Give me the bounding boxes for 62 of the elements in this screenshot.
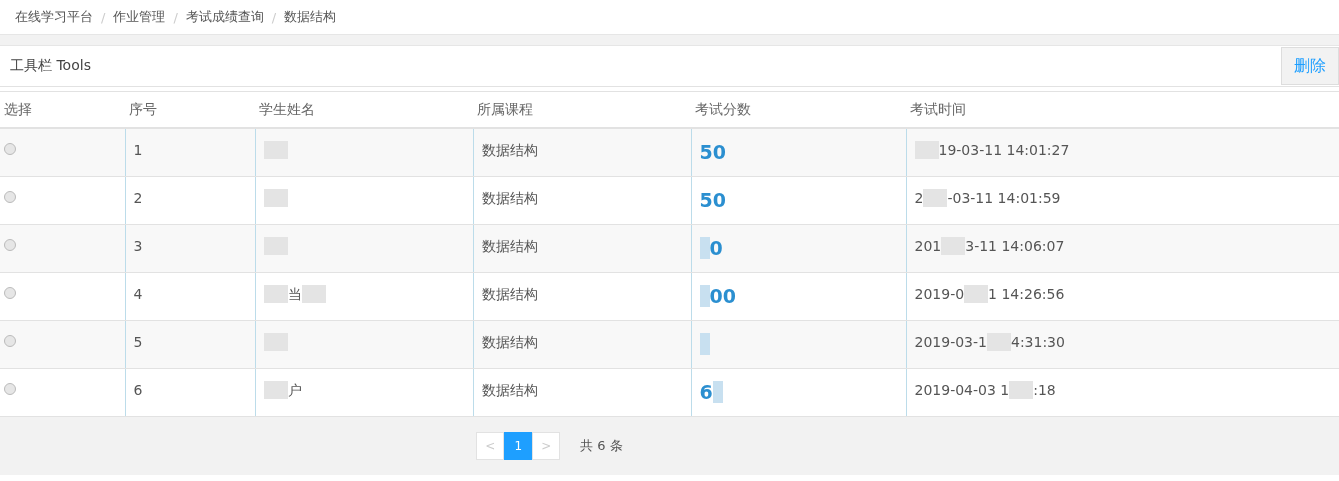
score-text: 00 — [709, 284, 736, 307]
total-count: 共 6 条 — [580, 436, 623, 455]
cell-text: :18 — [1033, 380, 1056, 399]
course-text: 数据结构 — [481, 333, 538, 350]
breadcrumb-link[interactable]: 作业管理 — [113, 8, 166, 26]
index-text: 6 — [133, 381, 143, 398]
cell-text: -03-11 14:01:59 — [947, 188, 1061, 207]
cell-text: 当 — [287, 284, 302, 303]
course-text: 数据结构 — [481, 237, 538, 254]
breadcrumb-link[interactable]: 在线学习平台 — [15, 8, 93, 26]
radio-button[interactable] — [4, 334, 16, 347]
redaction-block — [964, 284, 989, 303]
cell-text: 户 — [287, 380, 302, 399]
index-text: 3 — [133, 237, 143, 254]
radio-button[interactable] — [4, 190, 16, 203]
breadcrumb-link[interactable]: 考试成绩查询 — [185, 8, 264, 26]
course-text: 数据结构 — [481, 142, 538, 158]
index-text: 5 — [133, 333, 143, 350]
cell-text: 1 14:26:56 — [988, 284, 1065, 303]
course-text: 数据结构 — [481, 285, 538, 302]
column-header: 考试分数 — [695, 100, 751, 117]
column-header: 考试时间 — [910, 100, 966, 117]
toolbar-title: 工具栏 Tools — [10, 57, 91, 75]
redaction-block — [699, 284, 710, 307]
cell-text: 2019-0 — [914, 284, 965, 303]
breadcrumb-separator: / — [101, 9, 106, 25]
redaction-block — [699, 332, 710, 355]
redaction-block — [1009, 380, 1034, 399]
index-text: 2 — [133, 189, 143, 206]
radio-button[interactable] — [4, 238, 16, 251]
cell-text: 201 — [914, 236, 942, 255]
score-text: 6 — [699, 380, 713, 403]
course-text: 数据结构 — [481, 381, 538, 398]
redaction-block — [263, 284, 288, 303]
breadcrumb-separator: / — [271, 9, 277, 25]
cell-text: 2019-04-03 1 — [914, 380, 1010, 399]
redaction-block — [699, 236, 710, 259]
cell-text: 2019-03-1 — [914, 332, 987, 351]
column-header: 所属课程 — [477, 100, 533, 117]
cell-text: 4:31:30 — [1010, 332, 1065, 351]
redaction-block — [923, 188, 948, 207]
breadcrumb-separator: / — [173, 9, 178, 25]
score-text: 50 — [699, 188, 726, 211]
index-text: 4 — [133, 285, 143, 302]
redaction-block — [263, 188, 288, 207]
redaction-block — [301, 284, 326, 303]
radio-button[interactable] — [4, 143, 16, 155]
score-text: 0 — [709, 236, 723, 259]
score-text: 50 — [699, 141, 726, 163]
redaction-block — [712, 380, 723, 403]
course-text: 数据结构 — [481, 189, 538, 206]
column-header: 学生姓名 — [259, 100, 315, 117]
cell-text: 2 — [914, 188, 924, 207]
redaction-block — [263, 380, 288, 399]
breadcrumb-link[interactable]: 数据结构 — [284, 8, 337, 26]
radio-button[interactable] — [4, 286, 16, 299]
index-text: 1 — [133, 142, 143, 158]
column-header: 选择 — [4, 100, 32, 117]
column-header: 序号 — [129, 100, 157, 117]
cell-text: 3-11 14:06:07 — [965, 236, 1065, 255]
radio-button[interactable] — [4, 382, 16, 395]
cell-text: 19-03-11 14:01:27 — [938, 141, 1070, 159]
